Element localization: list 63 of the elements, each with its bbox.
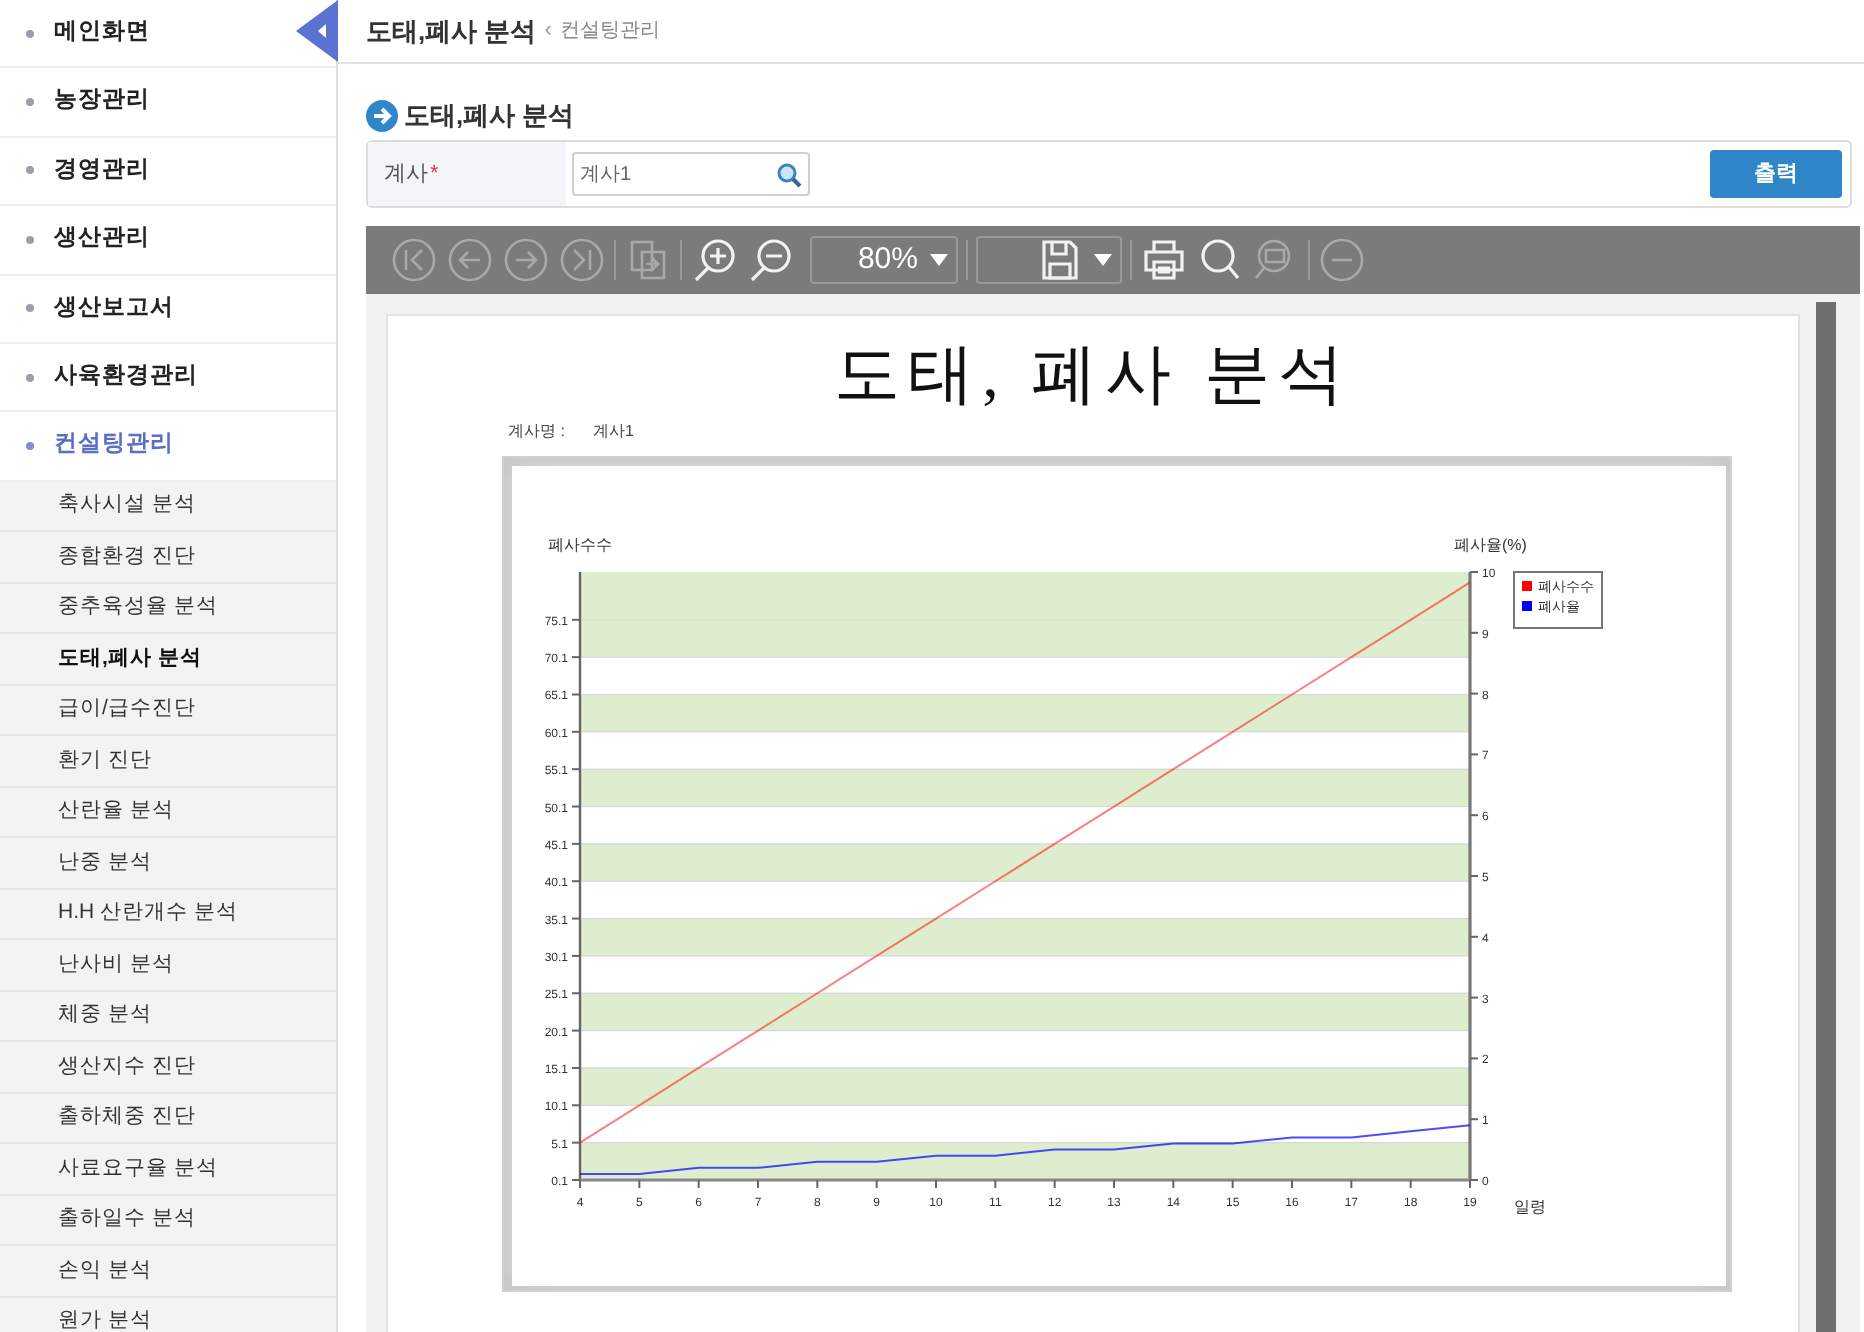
house-value: 계사1 [592, 420, 634, 444]
sidebar-item[interactable]: 메인화면 [0, 0, 336, 69]
submenu-item[interactable]: 산란율 분석 [0, 787, 336, 839]
axis-title: 폐사율(%) [1454, 536, 1527, 554]
bullet-icon [26, 166, 34, 175]
bullet-icon [26, 304, 34, 313]
axis-title: 일령 [1514, 1198, 1546, 1216]
submenu-item[interactable]: 난사비 분석 [0, 940, 336, 992]
sidebar-item[interactable]: 생산관리 [0, 206, 336, 276]
section-title: 도태,폐사 분석 [404, 97, 575, 134]
last-page-icon[interactable] [558, 236, 606, 284]
print-button[interactable]: 출력 [1710, 150, 1842, 198]
scrollbar[interactable] [1816, 302, 1836, 1332]
collapse-icon[interactable] [1318, 236, 1366, 284]
search-icon[interactable] [1196, 236, 1244, 284]
submenu-item[interactable]: 급이/급수진단 [0, 685, 336, 737]
zoom-select[interactable]: 80% [810, 236, 958, 284]
printer-icon[interactable] [1140, 236, 1188, 284]
sidebar-item[interactable]: 사육환경관리 [0, 343, 336, 413]
caret-icon [1094, 254, 1112, 266]
submenu-item[interactable]: 환기 진단 [0, 736, 336, 788]
sidebar-item[interactable]: 경영관리 [0, 137, 336, 207]
caret-icon [930, 254, 948, 266]
save-select[interactable] [976, 236, 1122, 284]
submenu-item[interactable]: 도태,폐사 분석 [0, 634, 336, 686]
sidebar-item[interactable]: 농장관리 [0, 68, 336, 138]
submenu-item[interactable]: 출하체중 진단 [0, 1093, 336, 1145]
bullet-icon [26, 98, 34, 107]
zoom-in-icon[interactable] [690, 236, 738, 284]
submenu-item[interactable]: H.H 산란개수 분석 [0, 889, 336, 941]
arrow-circle-icon [366, 99, 398, 131]
sidebar-item[interactable]: 생산보고서 [0, 275, 336, 344]
search-field[interactable]: 계사1 [572, 152, 810, 196]
submenu-item[interactable]: 생산지수 진단 [0, 1042, 336, 1094]
next-page-icon[interactable] [502, 236, 550, 284]
first-page-icon[interactable] [390, 236, 438, 284]
bullet-icon [26, 235, 34, 244]
report-title: 도태, 폐사 분석 [834, 338, 1352, 416]
submenu-item[interactable]: 손익 분석 [0, 1246, 336, 1298]
search-icon[interactable] [776, 161, 802, 187]
submenu-item[interactable]: 난중 분석 [0, 838, 336, 890]
submenu-item[interactable]: 축사시설 분석 [0, 481, 336, 533]
field-label: 계사 [384, 159, 428, 190]
legend-box [1513, 571, 1603, 629]
bullet-icon [26, 373, 34, 382]
previous-page-icon[interactable] [446, 236, 494, 284]
collapse-toggle-icon[interactable] [296, 0, 338, 62]
breadcrumb-link[interactable]: 컨설팅관리 [559, 16, 660, 46]
page-title: 도태,폐사 분석 [366, 13, 537, 50]
submenu-item[interactable]: 원가 분석 [0, 1297, 336, 1332]
submenu-item[interactable]: 사료요구율 분석 [0, 1144, 336, 1196]
submenu-item[interactable]: 출하일수 분석 [0, 1195, 336, 1247]
breadcrumb-separator: ‹ [544, 16, 552, 47]
bullet-icon [26, 29, 34, 38]
bullet-icon [26, 442, 34, 451]
zoom-out-icon[interactable] [746, 236, 794, 284]
house-label: 계사명 : [508, 420, 565, 444]
required-mark: * [430, 159, 439, 190]
floppy-disk-icon [1042, 240, 1078, 280]
submenu-item[interactable]: 중추육성율 분석 [0, 583, 336, 635]
axis-title: 폐사수수 [548, 536, 612, 554]
submenu-item[interactable]: 종합환경 진단 [0, 532, 336, 584]
submenu-item[interactable]: 체중 분석 [0, 991, 336, 1043]
